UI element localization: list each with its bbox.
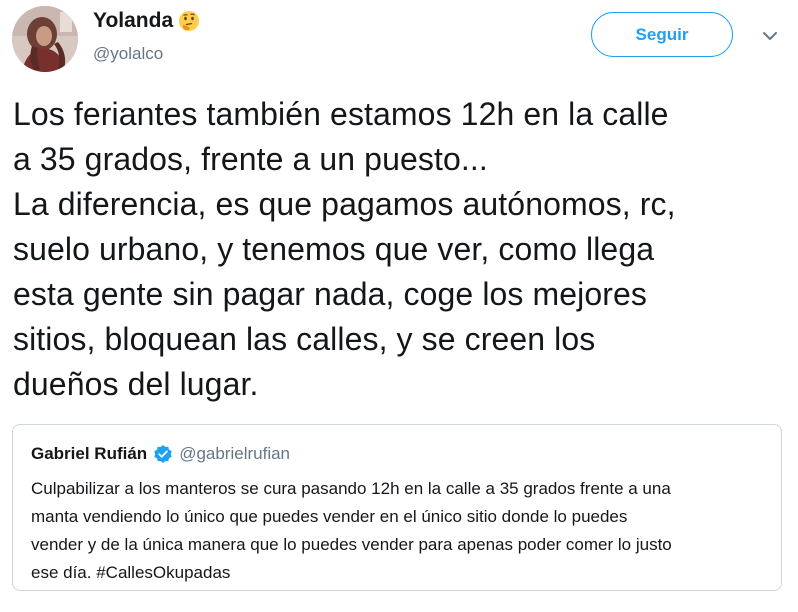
chevron-down-icon[interactable] (760, 28, 780, 44)
quoted-author-handle: @gabrielrufian (179, 444, 291, 463)
tweet-text-line: La diferencia, es que pagamos autónomos,… (13, 186, 676, 222)
quoted-tweet-text-line: vender y de la única manera que lo puede… (31, 535, 672, 554)
thinking-face-icon (178, 10, 200, 32)
quoted-tweet-header: Gabriel Rufián @gabrielrufian (31, 444, 290, 464)
tweet-card: Yolanda @yolalco Seguir Los feriantes ta… (0, 0, 798, 612)
quoted-tweet-text: Culpabilizar a los manteros se cura pasa… (31, 475, 771, 587)
quoted-tweet-text-line: Culpabilizar a los manteros se cura pasa… (31, 479, 671, 498)
verified-badge-icon (153, 444, 173, 464)
quoted-tweet-text-line: manta vendiendo lo único que puedes vend… (31, 507, 628, 526)
quoted-tweet-text-line: ese día. #CallesOkupadas (31, 563, 231, 582)
tweet-text-line: sitios, bloquean las calles, y se creen … (13, 321, 596, 357)
tweet-text-line: suelo urbano, y tenemos que ver, como ll… (13, 231, 655, 267)
author-handle[interactable]: @yolalco (93, 44, 163, 64)
tweet-text-line: Los feriantes también estamos 12h en la … (13, 96, 669, 132)
author-name-label: Yolanda (93, 9, 174, 32)
tweet-text: Los feriantes también estamos 12h en la … (13, 92, 788, 407)
quoted-tweet-card[interactable]: Gabriel Rufián @gabrielrufian Culpabiliz… (12, 424, 782, 591)
tweet-text-line: dueños del lugar. (13, 366, 259, 402)
avatar-photo (12, 6, 78, 72)
follow-button[interactable]: Seguir (591, 12, 733, 57)
author-name[interactable]: Yolanda (93, 9, 200, 33)
tweet-text-line: a 35 grados, frente a un puesto... (13, 141, 488, 177)
tweet-text-line: esta gente sin pagar nada, coge los mejo… (13, 276, 648, 312)
quoted-author-name: Gabriel Rufián (31, 444, 148, 463)
avatar[interactable] (12, 6, 78, 72)
